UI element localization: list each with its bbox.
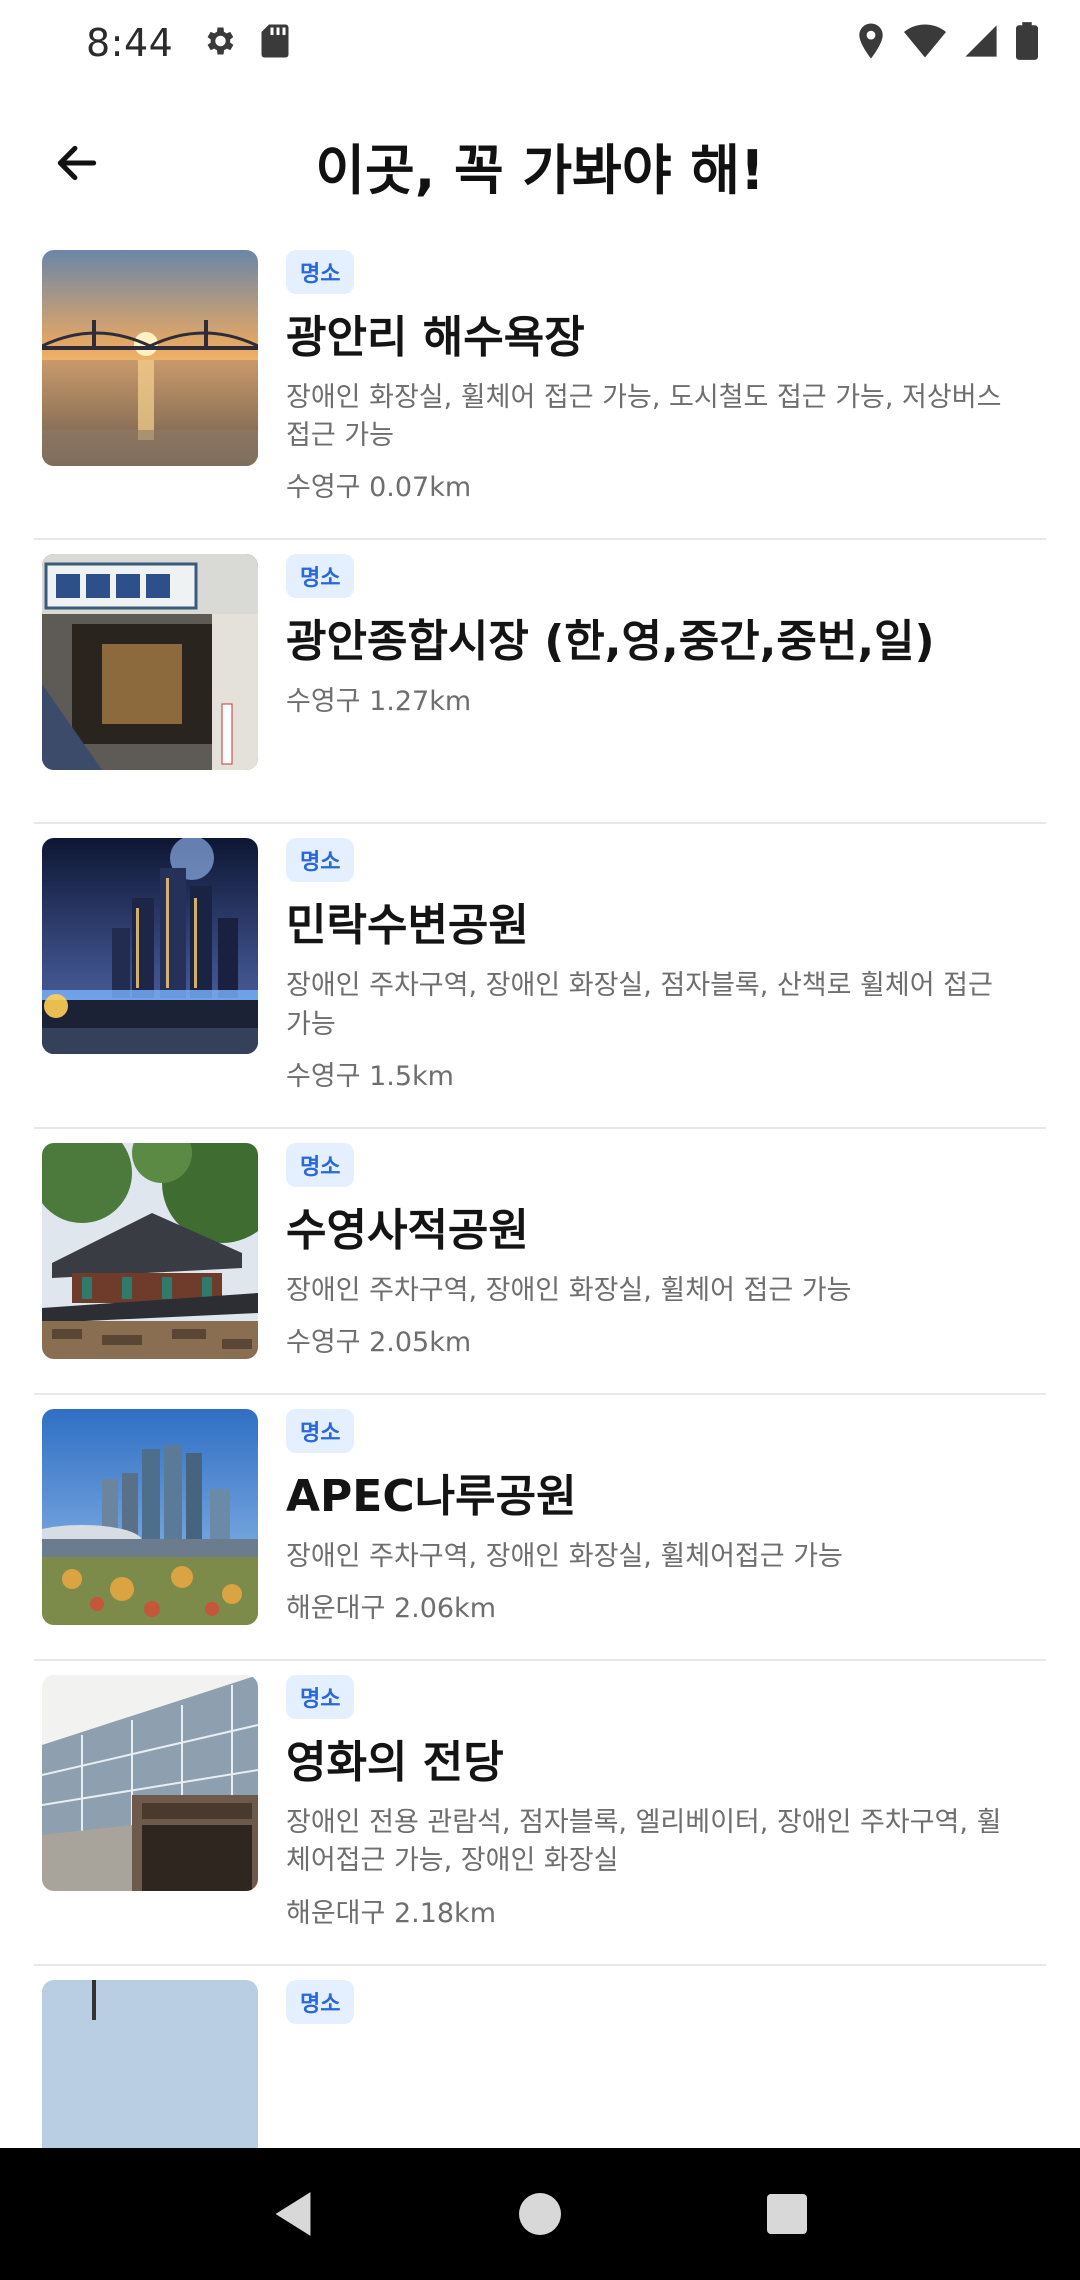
place-list: 명소 광안리 해수욕장 장애인 화장실, 휠체어 접근 가능, 도시철도 접근 … — [34, 236, 1046, 2148]
place-accessibility: 장애인 전용 관람석, 점자블록, 엘리베이터, 장애인 주차구역, 휠체어접근… — [286, 1806, 1002, 1877]
place-item-gwangan-market[interactable]: 명소 광안종합시장 (한,영,중간,중번,일) 수영구 1.27km — [34, 540, 1046, 825]
place-name: 광안종합시장 (한,영,중간,중번,일) — [286, 616, 935, 668]
place-item-busan-cinema-center[interactable]: 명소 영화의 전당 장애인 전용 관람석, 점자블록, 엘리베이터, 장애인 주… — [34, 1661, 1046, 1966]
nav-home-button[interactable] — [510, 2184, 570, 2244]
place-item-millak-park[interactable]: 명소 민락수변공원 장애인 주차구역, 장애인 화장실, 점자블록, 산책로 휠… — [34, 824, 1046, 1129]
screen: 8:44 이곳, 꼭 가봐야 해! 명소 광안리 해수욕장 장애인 화장실, 휠… — [0, 0, 1080, 2280]
nav-recents-icon — [766, 2194, 807, 2234]
place-thumbnail — [42, 1409, 258, 1626]
place-thumbnail — [42, 1979, 258, 2148]
battery-icon — [1016, 22, 1038, 64]
place-thumbnail — [42, 1142, 258, 1359]
place-item-gwangalli-beach[interactable]: 명소 광안리 해수욕장 장애인 화장실, 휠체어 접근 가능, 도시철도 접근 … — [34, 236, 1046, 541]
category-badge: 명소 — [286, 838, 355, 883]
nav-home-icon — [518, 2193, 561, 2235]
place-accessibility: 장애인 주차구역, 장애인 화장실, 휠체어 접근 가능 — [286, 1274, 852, 1306]
place-distance: 수영구 1.27km — [286, 686, 472, 718]
category-badge: 명소 — [286, 1979, 355, 2024]
place-item-next[interactable]: 명소 — [34, 1966, 1046, 2148]
place-distance: 수영구 0.07km — [286, 472, 472, 504]
location-icon — [856, 22, 886, 64]
place-distance: 해운대구 2.18km — [286, 1897, 496, 1929]
nav-back-button[interactable] — [263, 2184, 323, 2244]
status-time: 8:44 — [86, 21, 174, 65]
category-badge: 명소 — [286, 554, 355, 599]
place-item-apec-naru-park[interactable]: 명소 APEC나루공원 장애인 주차구역, 장애인 화장실, 휠체어접근 가능 … — [34, 1395, 1046, 1662]
place-thumbnail — [42, 838, 258, 1055]
place-name: 영화의 전당 — [286, 1737, 504, 1789]
app-bar: 이곳, 꼭 가봐야 해! — [0, 86, 1080, 236]
place-item-suyeong-historic-park[interactable]: 명소 수영사적공원 장애인 주차구역, 장애인 화장실, 휠체어 접근 가능 수… — [34, 1129, 1046, 1396]
place-name: 광안리 해수욕장 — [286, 312, 585, 363]
place-thumbnail — [42, 250, 258, 466]
gear-icon — [201, 23, 237, 63]
place-name: 민락수변공원 — [286, 900, 529, 952]
place-name: APEC나루공원 — [286, 1471, 577, 1523]
place-name: 수영사적공원 — [286, 1204, 529, 1256]
nav-back-icon — [275, 2192, 311, 2236]
page-title: 이곳, 꼭 가봐야 해! — [315, 139, 765, 202]
place-accessibility: 장애인 화장실, 휠체어 접근 가능, 도시철도 접근 가능, 저상버스 접근 … — [286, 381, 1002, 452]
category-badge: 명소 — [286, 1409, 355, 1454]
place-distance: 수영구 2.05km — [286, 1327, 472, 1359]
system-nav-bar — [0, 2148, 1080, 2280]
place-thumbnail — [42, 554, 258, 771]
category-badge: 명소 — [286, 1675, 355, 1720]
nav-recents-button[interactable] — [757, 2184, 817, 2244]
place-accessibility: 장애인 주차구역, 장애인 화장실, 휠체어접근 가능 — [286, 1540, 843, 1572]
category-badge: 명소 — [286, 1142, 355, 1187]
place-distance: 수영구 1.5km — [286, 1060, 454, 1092]
place-accessibility: 장애인 주차구역, 장애인 화장실, 점자블록, 산책로 휠체어 접근 가능 — [286, 970, 993, 1040]
category-badge: 명소 — [286, 250, 355, 294]
place-thumbnail — [42, 1675, 258, 1892]
sd-card-icon — [259, 23, 291, 63]
place-distance: 해운대구 2.06km — [286, 1593, 496, 1625]
status-bar: 8:44 — [0, 0, 1080, 86]
signal-icon — [964, 24, 998, 62]
wifi-icon — [904, 23, 946, 63]
